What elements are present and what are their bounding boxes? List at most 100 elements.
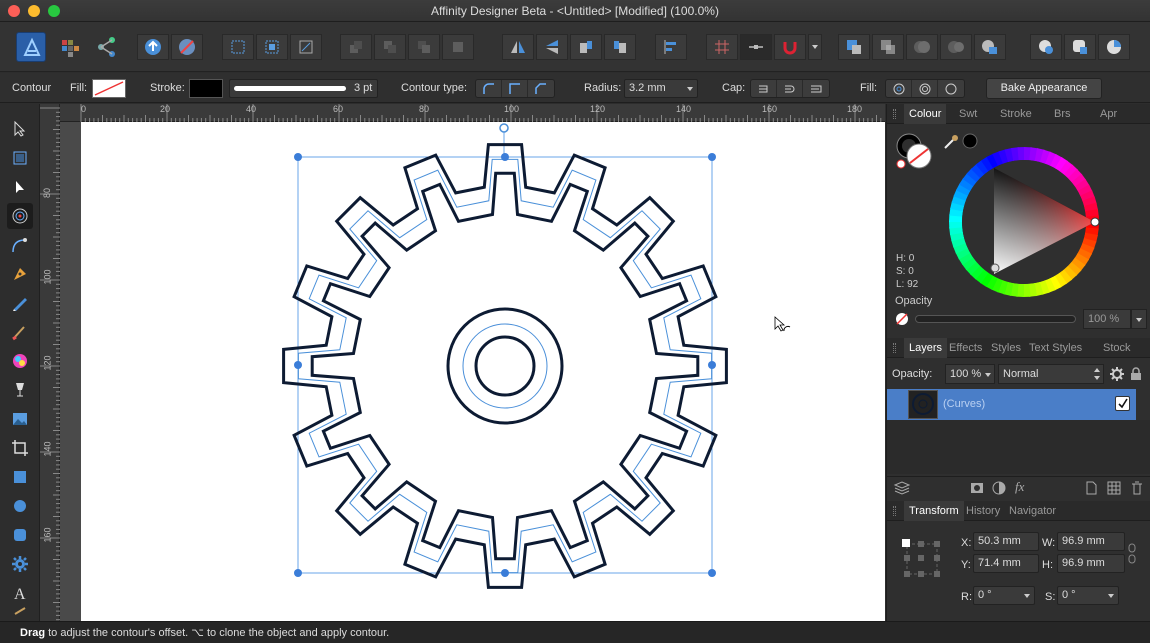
blend-mode-select[interactable]: Normal xyxy=(998,364,1104,384)
shear-dropdown-icon[interactable] xyxy=(1107,592,1115,600)
tab-transform[interactable]: Transform xyxy=(904,501,964,521)
snapping-magnet-icon[interactable] xyxy=(774,34,806,60)
fill-swatch[interactable] xyxy=(92,79,126,98)
tab-history[interactable]: History xyxy=(966,505,1000,517)
panel-grip-icon[interactable] xyxy=(893,343,896,353)
contour-tool-icon[interactable] xyxy=(7,203,33,229)
grid-toggle-icon[interactable] xyxy=(706,34,738,60)
resize-handle-right[interactable] xyxy=(708,361,716,369)
cap-round-icon[interactable] xyxy=(777,80,803,97)
designer-persona-icon[interactable] xyxy=(16,32,46,62)
transform-x-field[interactable]: 50.3 mm xyxy=(973,532,1039,551)
corner-tool-icon[interactable] xyxy=(7,232,33,258)
opacity-value-field[interactable]: 100 % xyxy=(1083,309,1131,329)
transform-w-field[interactable]: 96.9 mm xyxy=(1057,532,1125,551)
layer-settings-gear-icon[interactable] xyxy=(1109,366,1125,382)
assistant-icon[interactable] xyxy=(137,34,169,60)
select-all-icon[interactable] xyxy=(222,34,254,60)
fill-tool-icon[interactable] xyxy=(7,348,33,374)
fill-mode-solid-icon[interactable] xyxy=(938,80,964,97)
flip-horizontal-icon[interactable] xyxy=(502,34,534,60)
cog-tool-icon[interactable] xyxy=(7,551,33,577)
contour-bevel-icon[interactable] xyxy=(528,80,554,97)
more-tools-icon[interactable] xyxy=(7,604,33,618)
gear-artwork[interactable] xyxy=(81,122,885,621)
transform-shear-field[interactable]: 0 ° xyxy=(1057,586,1119,605)
settings-off-icon[interactable] xyxy=(171,34,203,60)
add-pixel-layer-icon[interactable] xyxy=(1106,480,1122,496)
flip-vertical-icon[interactable] xyxy=(536,34,568,60)
blend-mode-stepper-icon[interactable] xyxy=(1093,367,1101,381)
move-to-back-icon[interactable] xyxy=(340,34,372,60)
resize-handle-top[interactable] xyxy=(501,153,509,161)
transform-h-field[interactable]: 96.9 mm xyxy=(1057,554,1125,573)
rotation-dropdown-icon[interactable] xyxy=(1023,592,1031,600)
resize-handle-bottom-right[interactable] xyxy=(708,569,716,577)
tab-navigator[interactable]: Navigator xyxy=(1009,505,1056,517)
fill-mode-contour-icon[interactable] xyxy=(886,80,912,97)
xor-boolean-icon[interactable] xyxy=(940,34,972,60)
move-forward-icon[interactable] xyxy=(408,34,440,60)
panel-grip-icon[interactable] xyxy=(893,506,896,516)
adjustment-layer-icon[interactable] xyxy=(991,480,1007,496)
resize-handle-top-right[interactable] xyxy=(708,153,716,161)
contour-round-icon[interactable] xyxy=(476,80,502,97)
geometry-add-icon[interactable] xyxy=(1030,34,1062,60)
opacity-dropdown-button[interactable] xyxy=(1131,309,1147,329)
transform-origin-icon[interactable] xyxy=(290,34,322,60)
radius-field[interactable]: 3.2 mm xyxy=(624,79,698,98)
layer-visibility-checkbox[interactable] xyxy=(1115,396,1130,411)
tab-colour[interactable]: Colour xyxy=(904,104,947,124)
resize-handle-bottom[interactable] xyxy=(501,569,509,577)
pixel-persona-icon[interactable] xyxy=(56,32,86,62)
canvas-area[interactable] xyxy=(60,122,885,621)
divide-boolean-icon[interactable] xyxy=(974,34,1006,60)
cap-butt-icon[interactable] xyxy=(751,80,777,97)
export-persona-icon[interactable] xyxy=(92,32,122,62)
layer-opacity-dropdown-icon[interactable] xyxy=(984,371,992,379)
contour-miter-icon[interactable] xyxy=(502,80,528,97)
layers-stack-icon[interactable] xyxy=(893,480,911,496)
resize-handle-bottom-left[interactable] xyxy=(294,569,302,577)
geometry-intersect-icon[interactable] xyxy=(1098,34,1130,60)
tab-text-styles[interactable]: Text Styles xyxy=(1029,342,1082,354)
rotate-left-icon[interactable] xyxy=(570,34,602,60)
rotation-handle[interactable] xyxy=(499,123,509,133)
fx-layer-icon[interactable]: fx xyxy=(1015,479,1024,495)
intersect-boolean-icon[interactable] xyxy=(906,34,938,60)
anchor-point-selector[interactable] xyxy=(901,538,943,580)
move-tool-icon[interactable] xyxy=(7,116,33,142)
transform-rotation-field[interactable]: 0 ° xyxy=(973,586,1035,605)
move-to-front-icon[interactable] xyxy=(442,34,474,60)
no-colour-icon[interactable] xyxy=(895,312,909,326)
subtract-boolean-icon[interactable] xyxy=(872,34,904,60)
place-image-tool-icon[interactable] xyxy=(7,406,33,432)
delete-layer-icon[interactable] xyxy=(1129,480,1145,496)
align-left-icon[interactable] xyxy=(655,34,687,60)
crop-tool-icon[interactable] xyxy=(7,435,33,461)
fill-mode-ring-icon[interactable] xyxy=(912,80,938,97)
snap-guides-icon[interactable] xyxy=(740,34,772,60)
pen-tool-icon[interactable] xyxy=(7,261,33,287)
snapping-dropdown-icon[interactable] xyxy=(808,34,822,60)
rotate-right-icon[interactable] xyxy=(604,34,636,60)
rectangle-tool-icon[interactable] xyxy=(7,464,33,490)
artistic-text-tool-icon[interactable]: A xyxy=(7,580,33,606)
node-tool-icon[interactable] xyxy=(7,174,33,200)
transform-y-field[interactable]: 71.4 mm xyxy=(973,554,1039,573)
mask-layer-icon[interactable] xyxy=(969,480,985,496)
layer-row-curves[interactable]: (Curves) xyxy=(887,389,1136,420)
tab-stroke[interactable]: Stroke xyxy=(1000,108,1032,120)
move-back-icon[interactable] xyxy=(374,34,406,60)
layer-opacity-field[interactable]: 100 % xyxy=(945,364,995,384)
tab-stock[interactable]: Stock xyxy=(1103,342,1131,354)
bake-appearance-button[interactable]: Bake Appearance xyxy=(986,78,1102,99)
cap-square-icon[interactable] xyxy=(803,80,829,97)
lock-icon[interactable] xyxy=(1130,367,1142,381)
select-objects-icon[interactable] xyxy=(256,34,288,60)
stroke-width-slider[interactable]: 3 pt xyxy=(229,79,378,98)
fill-stroke-swatch-icon[interactable] xyxy=(895,132,935,172)
tab-swatches[interactable]: Swt xyxy=(959,108,977,120)
add-layer-icon[interactable] xyxy=(1083,480,1099,496)
panel-grip-icon[interactable] xyxy=(893,109,896,119)
